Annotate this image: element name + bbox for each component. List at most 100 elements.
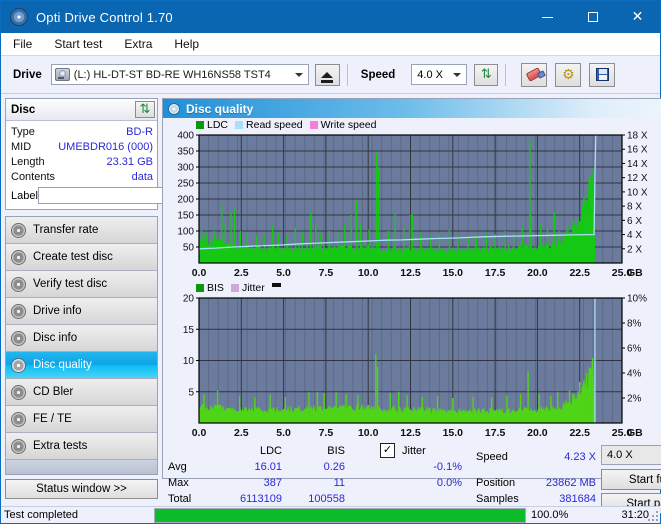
- maximize-button[interactable]: [570, 1, 615, 33]
- legend-entry-jitter: Jitter: [230, 282, 265, 294]
- menu-file[interactable]: File: [10, 35, 42, 54]
- menu-bar: File Start test Extra Help: [1, 33, 660, 56]
- eject-button[interactable]: [314, 63, 340, 86]
- app-disc-icon: [10, 8, 28, 26]
- menu-extra[interactable]: Extra: [121, 35, 162, 54]
- svg-text:7.5: 7.5: [319, 427, 334, 439]
- disc-row-value: UMEBDR016 (000): [58, 140, 153, 153]
- disc-row-key: Type: [11, 125, 35, 138]
- svg-text:10 X: 10 X: [627, 187, 648, 198]
- progress-bar: [154, 507, 526, 523]
- menu-start-test[interactable]: Start test: [51, 35, 112, 54]
- sidebar-item-fe-te[interactable]: FE / TE: [6, 406, 157, 433]
- svg-text:2.5: 2.5: [234, 427, 249, 439]
- bis-chart: BIS Jitter 5 10 15 20 2% 4% 6% 8% 10% 0.0 2.5 5.0 7.…: [163, 281, 661, 441]
- svg-text:2 X: 2 X: [627, 244, 642, 255]
- svg-text:2.5: 2.5: [234, 267, 249, 279]
- sidebar-item-cd-bler[interactable]: CD Bler: [6, 379, 157, 406]
- disc-row-value: BD-R: [126, 125, 153, 138]
- marker-icon: [271, 283, 281, 287]
- disc-properties: Type BD-R MID UMEBDR016 (000) Length 23.…: [6, 121, 206, 209]
- disc-icon: [11, 249, 26, 265]
- disc-refresh-button[interactable]: ⇅: [135, 101, 155, 118]
- sidebar-item-label: FE / TE: [33, 413, 72, 425]
- test-speed-select[interactable]: 4.0 X: [601, 445, 661, 465]
- test-nav-list: Transfer rate Create test disc Verify te…: [5, 216, 158, 475]
- refresh-button[interactable]: ⇅: [474, 63, 499, 86]
- sidebar-item-disc-info[interactable]: Disc info: [6, 325, 157, 352]
- speed-select[interactable]: 4.0 X: [411, 64, 468, 85]
- svg-text:4%: 4%: [627, 369, 642, 380]
- disc-row-length: Length 23.31 GB: [11, 154, 153, 169]
- toolbar-divider-1: [346, 63, 348, 86]
- sidebar-item-disc-quality[interactable]: Disc quality: [6, 352, 157, 379]
- legend-label: BIS: [207, 281, 224, 294]
- svg-text:18 X: 18 X: [627, 131, 648, 142]
- sidebar-item-verify-test-disc[interactable]: Verify test disc: [6, 271, 157, 298]
- svg-text:15: 15: [183, 325, 195, 336]
- svg-text:14 X: 14 X: [627, 159, 648, 170]
- ldc-chart: LDC Read speed Write speed 50 100 150 200 25…: [163, 118, 661, 281]
- svg-text:400: 400: [177, 131, 194, 142]
- svg-text:10%: 10%: [627, 294, 647, 305]
- panel-header: Disc quality: [163, 99, 661, 118]
- legend-swatch: [235, 120, 244, 129]
- svg-text:6%: 6%: [627, 344, 642, 355]
- bis-chart-legend: BIS Jitter: [163, 281, 661, 294]
- disc-icon: [11, 384, 26, 400]
- settings-button[interactable]: ⚙: [555, 62, 582, 87]
- stats-ldc-total: 6113109: [239, 493, 282, 505]
- sidebar-item-create-test-disc[interactable]: Create test disc: [6, 244, 157, 271]
- svg-text:50: 50: [183, 243, 195, 254]
- stats-row-header: Max: [168, 477, 189, 489]
- svg-text:15.0: 15.0: [443, 427, 464, 439]
- disc-panel-title: Disc: [11, 103, 36, 116]
- progress-fill: [155, 508, 525, 522]
- start-full-button[interactable]: Start full: [601, 469, 661, 490]
- sidebar-item-drive-info[interactable]: Drive info: [6, 298, 157, 325]
- status-window-button[interactable]: Status window >>: [5, 479, 158, 499]
- drive-icon: [54, 68, 70, 81]
- position-value: 23862 MB: [545, 477, 596, 489]
- legend-entry-write-speed: Write speed: [309, 119, 377, 131]
- status-window-label: Status window >>: [36, 483, 127, 495]
- svg-text:10.0: 10.0: [358, 427, 379, 439]
- save-button[interactable]: [589, 62, 616, 87]
- test-speed-value: 4.0 X: [607, 449, 633, 461]
- svg-text:0.0: 0.0: [192, 267, 207, 279]
- svg-text:100: 100: [177, 227, 194, 238]
- svg-text:22.5: 22.5: [569, 267, 590, 279]
- save-icon: [595, 68, 609, 81]
- close-button[interactable]: ✕: [615, 1, 660, 33]
- menu-help[interactable]: Help: [171, 35, 209, 54]
- drive-select[interactable]: (L:) HL-DT-ST BD-RE WH16NS58 TST4: [50, 64, 309, 85]
- stats-col-header-bis: BIS: [327, 445, 345, 457]
- minimize-icon: [542, 16, 553, 18]
- sidebar-item-label: Create test disc: [33, 251, 113, 263]
- status-bar: Test completed 100.0% 31:20: [1, 506, 660, 523]
- disc-icon: [11, 276, 26, 292]
- sidebar-item-label: Extra tests: [33, 440, 88, 452]
- disc-icon: [168, 102, 180, 115]
- left-sidebar: Disc ⇅ Type BD-R MID UMEBDR016 (000) Len…: [1, 94, 206, 499]
- close-icon: ✕: [631, 9, 644, 25]
- svg-text:22.5: 22.5: [569, 427, 590, 439]
- erase-button[interactable]: [521, 62, 548, 87]
- jitter-area: ✓ Jitter -0.1% 0.0%: [366, 443, 476, 503]
- stats-table: Avg Max Total LDC 16.01 387 6113109 BIS …: [163, 445, 366, 505]
- sidebar-item-transfer-rate[interactable]: Transfer rate: [6, 217, 157, 244]
- jitter-checkbox[interactable]: ✓: [380, 443, 395, 458]
- stats-row-header: Total: [168, 493, 192, 505]
- sidebar-item-extra-tests[interactable]: Extra tests: [6, 433, 157, 460]
- disc-panel-header: Disc ⇅: [6, 99, 157, 121]
- disc-row-contents: Contents data: [11, 169, 153, 184]
- disc-icon: [11, 330, 26, 346]
- disc-icon: [11, 222, 26, 238]
- stats-bis-avg: 0.26: [323, 461, 345, 473]
- legend-entry-ldc: LDC: [196, 119, 228, 131]
- svg-text:10.0: 10.0: [358, 267, 379, 279]
- minimize-button[interactable]: [525, 1, 570, 33]
- stats-ldc-avg: 16.01: [254, 461, 282, 473]
- resize-grip[interactable]: [648, 511, 658, 521]
- disc-icon: [11, 357, 26, 373]
